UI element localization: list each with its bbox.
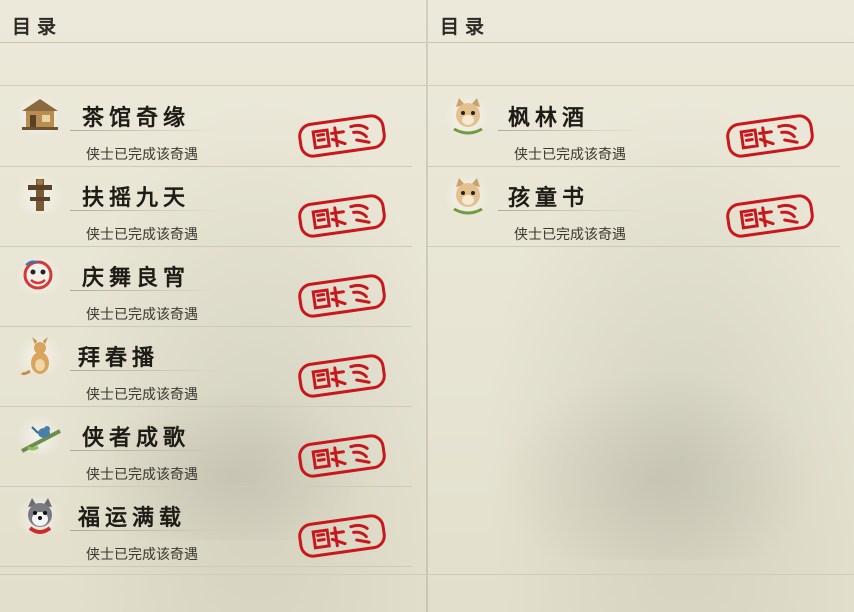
encounter-name: 拜春播 — [78, 345, 160, 371]
completion-status: 侠士已完成该奇遇 — [514, 227, 626, 243]
name-underline — [70, 450, 220, 451]
name-underline — [498, 130, 648, 131]
encounter-name: 孩童书 — [508, 185, 590, 211]
encounter-entry[interactable]: 侠者成歌 侠士已完成该奇遇 — [0, 406, 412, 487]
encounter-entry[interactable]: 拜春播 侠士已完成该奇遇 — [0, 326, 412, 407]
right-page: 目录 枫林酒 侠士已完成该奇遇 孩童书 侠士已完成该奇遇 — [428, 0, 854, 612]
bird-branch-icon — [14, 416, 64, 454]
left-header: 目录 — [0, 0, 426, 43]
encounter-entry[interactable]: 庆舞良宵 侠士已完成该奇遇 — [0, 246, 412, 327]
completed-seal-stamp — [726, 114, 814, 158]
right-header: 目录 — [428, 0, 854, 43]
name-underline — [70, 130, 220, 131]
kangaroo-icon — [14, 336, 64, 376]
cat-icon — [442, 96, 492, 135]
completed-seal-stamp — [298, 194, 386, 238]
completion-status: 侠士已完成该奇遇 — [514, 147, 626, 163]
completion-status: 侠士已完成该奇遇 — [86, 547, 198, 563]
encounter-name: 茶馆奇缘 — [82, 105, 191, 131]
encounter-entry[interactable]: 枫林酒 侠士已完成该奇遇 — [428, 86, 840, 167]
completion-status: 侠士已完成该奇遇 — [86, 387, 198, 403]
encounter-entry[interactable]: 扶摇九天 侠士已完成该奇遇 — [0, 166, 412, 247]
completed-seal-stamp — [726, 194, 814, 238]
completed-seal-stamp — [298, 274, 386, 318]
footer-divider — [0, 574, 426, 575]
footer-divider — [428, 574, 854, 575]
name-underline — [70, 210, 220, 211]
name-underline — [498, 210, 648, 211]
completion-status: 侠士已完成该奇遇 — [86, 467, 198, 483]
teahouse-icon — [14, 96, 64, 134]
encounter-name: 扶摇九天 — [82, 185, 191, 211]
completion-status: 侠士已完成该奇遇 — [86, 147, 198, 163]
name-underline — [70, 530, 220, 531]
encounter-name: 庆舞良宵 — [82, 265, 191, 291]
completed-seal-stamp — [298, 514, 386, 558]
encounter-name: 枫林酒 — [508, 105, 590, 131]
name-underline — [70, 370, 220, 371]
lion-dance-icon — [14, 256, 64, 294]
cat-icon — [442, 176, 492, 215]
completion-status: 侠士已完成该奇遇 — [86, 227, 198, 243]
totem-pole-icon — [14, 176, 64, 214]
encounter-name: 侠者成歌 — [82, 425, 191, 451]
background-mist — [488, 360, 828, 560]
completed-seal-stamp — [298, 114, 386, 158]
left-header-title: 目录 — [12, 16, 63, 38]
completed-seal-stamp — [298, 354, 386, 398]
name-underline — [70, 290, 220, 291]
left-page: 目录 茶馆奇缘 侠士已完成该奇遇 扶摇九天 侠士已完成该奇遇 庆舞良宵 侠士已完… — [0, 0, 426, 612]
encounter-name: 福运满载 — [78, 505, 187, 531]
husky-dog-icon — [14, 496, 64, 534]
right-header-title: 目录 — [440, 16, 491, 38]
completion-status: 侠士已完成该奇遇 — [86, 307, 198, 323]
encounter-entry[interactable]: 福运满载 侠士已完成该奇遇 — [0, 486, 412, 567]
encounter-entry[interactable]: 孩童书 侠士已完成该奇遇 — [428, 166, 840, 247]
completed-seal-stamp — [298, 434, 386, 478]
encounter-entry[interactable]: 茶馆奇缘 侠士已完成该奇遇 — [0, 86, 412, 167]
